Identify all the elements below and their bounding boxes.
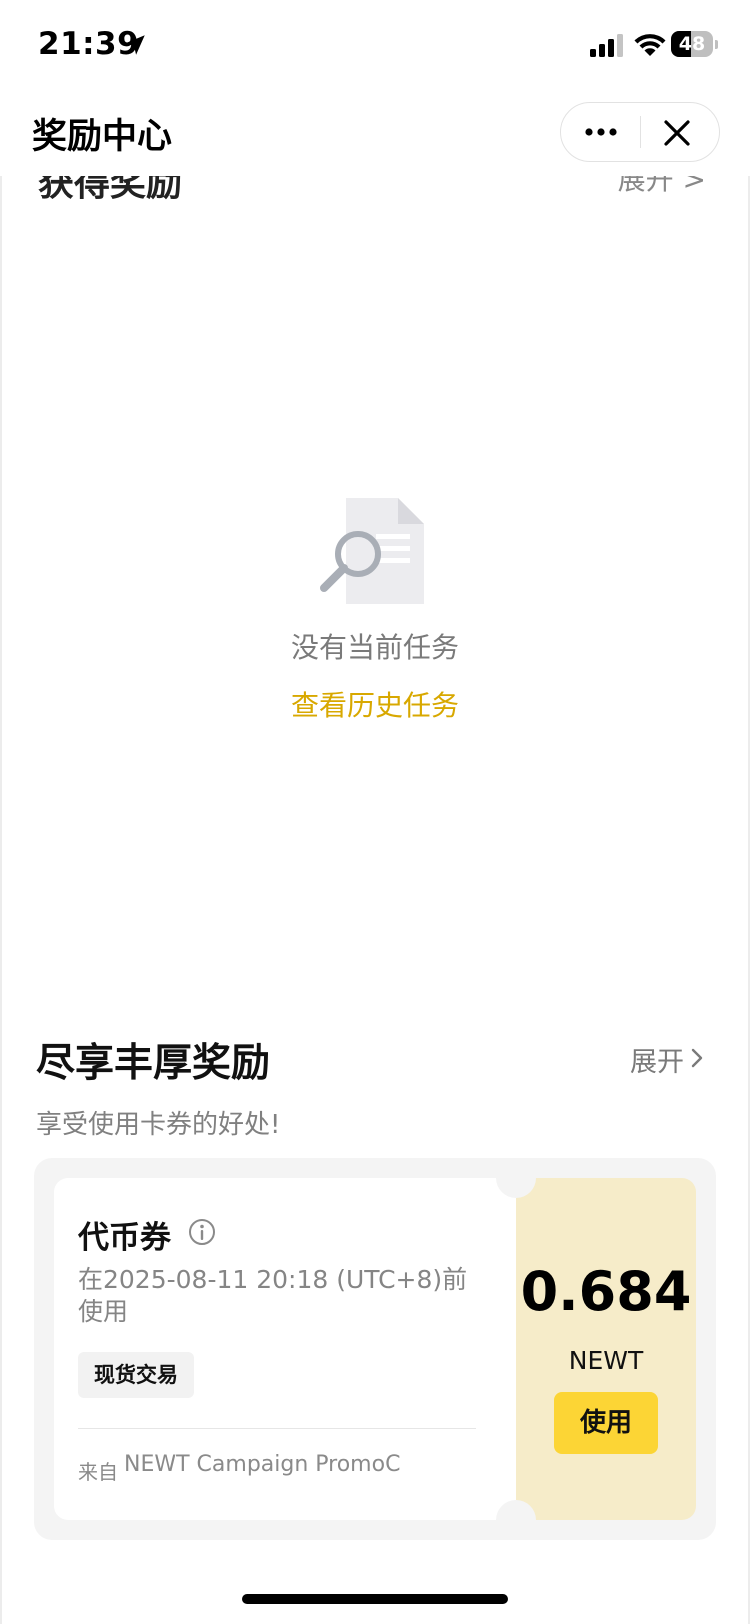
coupon-amount: 0.684 [520, 1260, 692, 1323]
rewards-expand-button[interactable]: 展开 [630, 1040, 684, 1079]
view-history-link[interactable]: 查看历史任务 [2, 684, 748, 724]
battery-label: 48 [678, 33, 706, 55]
battery-icon: 48 [671, 31, 718, 57]
info-icon[interactable] [188, 1218, 216, 1246]
capsule-divider [640, 116, 641, 148]
status-bar: 21:39 48 [0, 0, 750, 92]
coupon-unit: NEWT [568, 1346, 644, 1375]
coupon-card: 代币券 在2025-08-11 20:18 (UTC+8)前使用 现货交易 来自… [34, 1158, 716, 1540]
use-coupon-button[interactable]: 使用 [554, 1392, 658, 1454]
location-arrow-icon [125, 35, 145, 55]
coupon-value-panel: 0.684 NEWT 使用 [516, 1178, 696, 1520]
close-icon[interactable] [661, 117, 693, 149]
main-content: 获得奖励 展开 > 没有当前任务 查看历史任务 尽享丰厚奖励 展开 享受使用卡券… [0, 176, 750, 1624]
trade-type-tag: 现货交易 [78, 1352, 194, 1398]
earned-rewards-title: 获得奖励 [38, 176, 183, 204]
battery-cap [715, 40, 718, 49]
coupon-type: 代币券 [78, 1220, 171, 1256]
empty-state-text: 没有当前任务 [290, 631, 459, 664]
chevron-right-icon[interactable] [688, 1046, 706, 1070]
mini-program-capsule [560, 102, 720, 162]
coupon-source-name: NEWT Campaign PromoC [124, 1452, 401, 1477]
coupon-divider [78, 1428, 476, 1429]
coupon-expiry: 在2025-08-11 20:18 (UTC+8)前使用 [78, 1265, 468, 1326]
signal-icon [590, 34, 623, 57]
rewards-section-title: 尽享丰厚奖励 [36, 1041, 271, 1086]
wifi-icon [634, 34, 666, 56]
coupon-notch-top [496, 1158, 536, 1198]
rewards-description: 享受使用卡券的好处! [36, 1110, 281, 1140]
more-dots-icon[interactable] [581, 118, 621, 146]
coupon-notch-bottom [496, 1500, 536, 1540]
earned-rewards-expand[interactable]: 展开 > [618, 176, 706, 198]
empty-document-search-icon [320, 498, 424, 604]
page-title: 奖励中心 [32, 117, 173, 157]
home-indicator[interactable] [242, 1594, 508, 1604]
coupon-details: 代币券 在2025-08-11 20:18 (UTC+8)前使用 现货交易 来自… [54, 1178, 516, 1520]
battery-body: 48 [671, 31, 713, 57]
coupon-source-prefix: 来自 [78, 1460, 118, 1484]
